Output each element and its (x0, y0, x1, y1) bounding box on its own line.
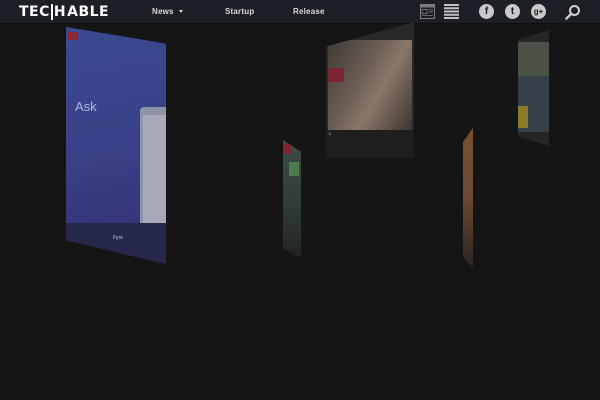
nav-startup-label: Startup (225, 7, 255, 16)
article-card-photo[interactable]: × (326, 22, 414, 158)
grid-view-icon[interactable] (420, 4, 435, 19)
google-plus-icon[interactable]: g+ (531, 4, 546, 19)
article-card-middle[interactable] (283, 140, 301, 258)
techable-logo[interactable]: TEC HABLE (19, 4, 109, 20)
top-header: TEC HABLE News Startup Release f t g+ (0, 0, 600, 24)
logo-suffix: ABLE (67, 4, 110, 20)
card-footer-text: Fyre (113, 235, 123, 241)
card-accent-block (518, 106, 528, 128)
chevron-down-icon (178, 10, 183, 14)
card-image-thumbnail (289, 162, 299, 176)
article-photo-image (328, 40, 412, 130)
google-plus-glyph: g+ (533, 7, 544, 16)
list-view-icon[interactable] (444, 4, 459, 19)
twitter-icon[interactable]: t (505, 4, 520, 19)
logo-highlight: H (50, 4, 68, 20)
card-image-top (518, 42, 549, 76)
facebook-icon[interactable]: f (479, 4, 494, 19)
card-heading: Ask (75, 99, 97, 114)
article-card-ask[interactable]: Ask Fyre (66, 27, 166, 264)
nav-news[interactable]: News (152, 6, 183, 18)
nav-release-label: Release (293, 7, 325, 16)
facebook-glyph: f (484, 6, 489, 17)
card-lower-panel (326, 130, 414, 158)
nav-news-label: News (152, 7, 174, 16)
brand-badge (328, 68, 344, 82)
nav-release[interactable]: Release (293, 6, 325, 18)
search-icon[interactable] (565, 4, 581, 20)
logo-prefix: TEC (19, 4, 50, 20)
card-footer-bar (66, 223, 166, 264)
brand-badge (283, 144, 291, 154)
close-icon[interactable]: × (328, 132, 332, 138)
nav-startup[interactable]: Startup (225, 6, 254, 18)
twitter-glyph: t (510, 6, 515, 17)
article-card-right[interactable] (518, 30, 549, 146)
article-card-edge[interactable] (463, 128, 473, 268)
brand-badge (68, 32, 78, 40)
